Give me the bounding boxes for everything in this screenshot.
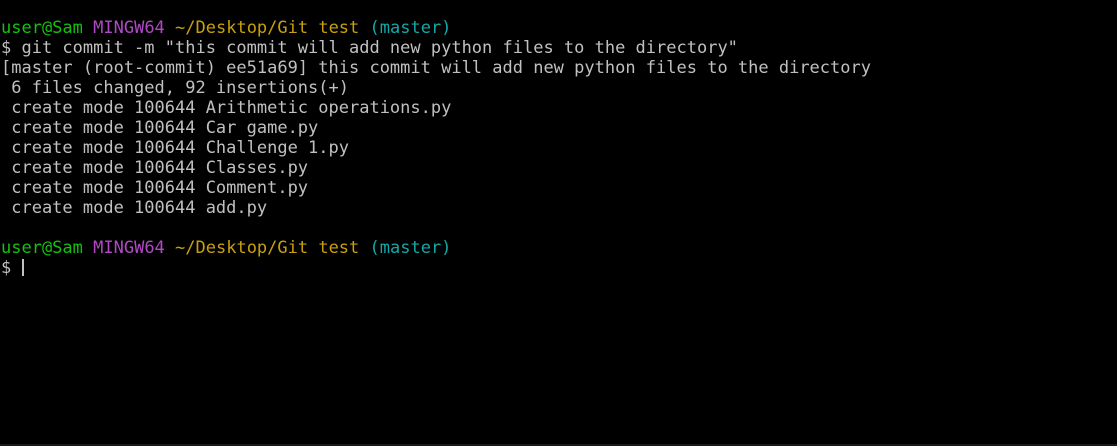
prompt-line: user@Sam MINGW64 ~/Desktop/Git test (mas…	[0, 18, 1117, 38]
text-cursor[interactable]	[22, 259, 25, 276]
prompt-host: MINGW64	[93, 18, 165, 38]
command-line: $ git commit -m "this commit will add ne…	[1, 38, 738, 58]
output-line: create mode 100644 Classes.py	[1, 158, 309, 178]
prompt-user: user@Sam	[1, 238, 83, 258]
prompt-host: MINGW64	[93, 238, 165, 258]
output-line: create mode 100644 Comment.py	[1, 178, 309, 198]
output-line: [master (root-commit) ee51a69] this comm…	[1, 58, 871, 78]
output-line: create mode 100644 Car game.py	[1, 118, 319, 138]
prompt-branch: (master)	[369, 18, 452, 38]
prompt-path: ~/Desktop/Git test	[175, 18, 360, 38]
input-line[interactable]: $	[0, 258, 1117, 278]
prompt-user: user@Sam	[1, 18, 83, 38]
output-line: create mode 100644 Challenge 1.py	[1, 138, 349, 158]
prompt-line: user@Sam MINGW64 ~/Desktop/Git test (mas…	[0, 238, 1117, 258]
output-line: 6 files changed, 92 insertions(+)	[1, 78, 349, 98]
output-line: create mode 100644 Arithmetic operations…	[1, 98, 452, 118]
prompt-branch: (master)	[369, 238, 452, 258]
output-line: create mode 100644 add.py	[1, 198, 268, 218]
input-prompt-symbol: $	[1, 258, 22, 278]
prompt-path: ~/Desktop/Git test	[175, 238, 360, 258]
terminal-window[interactable]: user@Sam MINGW64 ~/Desktop/Git test (mas…	[0, 0, 1117, 446]
